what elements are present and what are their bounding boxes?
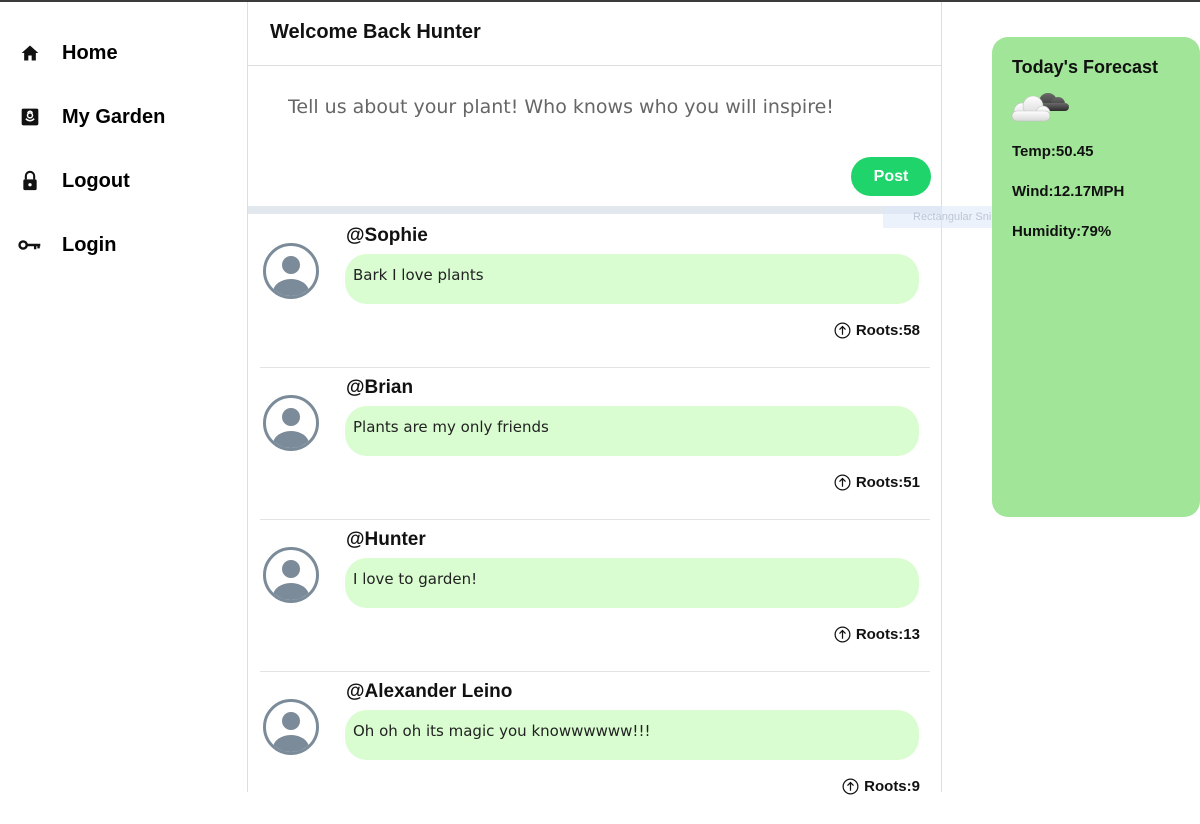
sidebar-item-my-garden[interactable]: My Garden [18, 102, 165, 132]
avatar-icon [262, 698, 320, 756]
arrow-up-circle-icon [834, 626, 851, 643]
arrow-up-circle-icon [834, 474, 851, 491]
post-text: Bark I love plants [345, 254, 919, 304]
post-card: @Hunter I love to garden! Roots:13 [260, 520, 930, 672]
post-username[interactable]: @Sophie [346, 225, 428, 247]
page-title: Welcome Back Hunter [270, 21, 481, 43]
garden-icon [18, 105, 42, 129]
post-button[interactable]: Post [851, 157, 931, 196]
sidebar: Home My Garden Logout Login [0, 0, 248, 790]
key-icon [18, 233, 42, 257]
arrow-up-circle-icon [842, 778, 859, 795]
sidebar-item-home[interactable]: Home [18, 38, 118, 68]
post-input[interactable] [288, 90, 888, 124]
roots-upvote-button[interactable]: Roots:58 [834, 322, 920, 339]
avatar-icon [262, 242, 320, 300]
weather-temp: Temp:50.45 [1012, 143, 1094, 160]
lock-icon [18, 169, 42, 193]
sidebar-item-login[interactable]: Login [18, 230, 116, 260]
sidebar-item-label: My Garden [62, 105, 166, 128]
roots-upvote-button[interactable]: Roots:51 [834, 474, 920, 491]
roots-count: Roots:58 [855, 322, 920, 339]
home-icon [18, 41, 42, 65]
roots-count: Roots:13 [855, 626, 920, 643]
weather-title: Today's Forecast [1012, 57, 1158, 77]
post-card: @Brian Plants are my only friends Roots:… [260, 368, 930, 520]
weather-wind: Wind:12.17MPH [1012, 183, 1125, 200]
roots-count: Roots:51 [855, 474, 920, 491]
post-username[interactable]: @Brian [346, 377, 413, 399]
post-card: @Alexander Leino Oh oh oh its magic you … [260, 672, 930, 824]
roots-upvote-button[interactable]: Roots:13 [834, 626, 920, 643]
cloud-icon [1006, 87, 1072, 127]
post-text: I love to garden! [345, 558, 919, 608]
weather-humidity: Humidity:79% [1012, 223, 1112, 240]
post-card: @Sophie Bark I love plants Roots:58 [260, 216, 930, 368]
avatar-icon [262, 546, 320, 604]
compose-box: Post [248, 66, 941, 206]
sidebar-item-label: Logout [62, 169, 130, 192]
post-text: Plants are my only friends [345, 406, 919, 456]
post-username[interactable]: @Alexander Leino [346, 681, 512, 703]
sidebar-item-logout[interactable]: Logout [18, 166, 130, 196]
arrow-up-circle-icon [834, 322, 851, 339]
feed: Welcome Back Hunter Post Rectangular Sni… [247, 2, 1001, 795]
roots-upvote-button[interactable]: Roots:9 [842, 778, 920, 795]
weather-card: Today's Forecast Temp:50.45 Wind:12.17MP… [992, 37, 1200, 517]
feed-header: Welcome Back Hunter [248, 2, 941, 66]
post-username[interactable]: @Hunter [346, 529, 426, 551]
avatar-icon [262, 394, 320, 452]
roots-count: Roots:9 [864, 778, 920, 795]
feed-separator [248, 206, 941, 214]
sidebar-item-label: Login [62, 233, 117, 256]
post-text: Oh oh oh its magic you knowwwwww!!! [345, 710, 919, 760]
sidebar-item-label: Home [62, 41, 118, 64]
